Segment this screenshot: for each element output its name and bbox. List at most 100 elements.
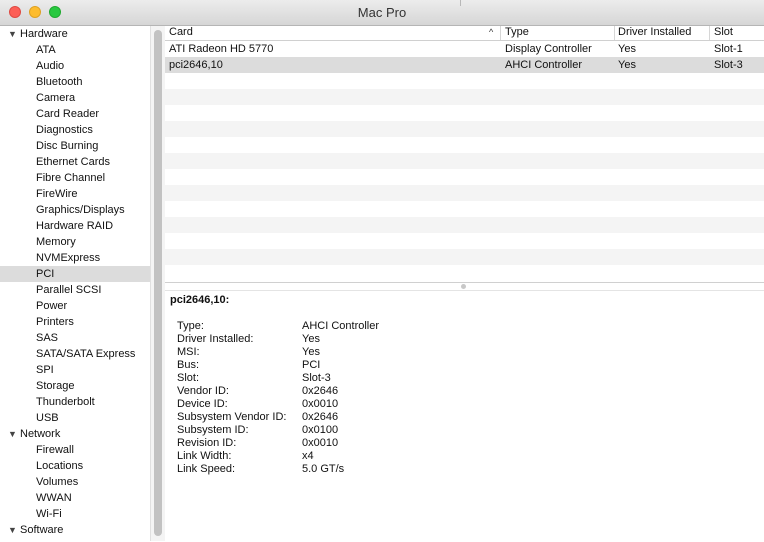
table-empty-row	[165, 137, 764, 153]
splitter-grip-icon[interactable]	[461, 284, 466, 289]
sidebar-item-label: Fibre Channel	[36, 172, 106, 184]
column-header-card[interactable]: Card	[169, 26, 193, 40]
sidebar-item-label: Card Reader	[36, 108, 99, 120]
sidebar-item-label: Printers	[36, 316, 74, 328]
sidebar-item[interactable]: Volumes	[0, 474, 150, 490]
sidebar-item-label: ATA	[36, 44, 56, 56]
sidebar-item-label: Diagnostics	[36, 124, 93, 136]
sidebar: ▼ Hardware ATA Audio Bluetooth Camera Card Rea…	[0, 26, 150, 541]
column-header-type[interactable]: Type	[505, 26, 529, 40]
table-cell: ATI Radeon HD 5770	[169, 43, 274, 55]
detail-property-key: Device ID:	[177, 398, 228, 410]
table-row[interactable]: ATI Radeon HD 5770 Display Controller Yes S…	[165, 41, 764, 57]
detail-property-key: Subsystem ID:	[177, 424, 249, 436]
sidebar-item-label: USB	[36, 412, 59, 424]
sidebar-group-label: Network	[20, 428, 61, 440]
sidebar-item[interactable]: SATA/SATA Express	[0, 346, 150, 362]
sidebar-item-label: SPI	[36, 364, 54, 376]
sidebar-scrollbar[interactable]	[150, 26, 165, 541]
detail-title: pci2646,10:	[170, 294, 230, 306]
column-header-driver-installed[interactable]: Driver Installed	[618, 26, 691, 40]
sidebar-item-label: Volumes	[36, 476, 79, 488]
sidebar-item[interactable]: Memory	[0, 234, 150, 250]
column-divider[interactable]	[614, 26, 615, 40]
table-cell: Slot-3	[714, 59, 743, 71]
column-divider[interactable]	[709, 26, 710, 40]
sidebar-group-hardware[interactable]: ▼ Hardware	[0, 26, 150, 42]
detail-property-value: 0x0010	[302, 437, 339, 449]
column-header-slot[interactable]: Slot	[714, 26, 733, 40]
sidebar-item[interactable]: Diagnostics	[0, 122, 150, 138]
sidebar-item[interactable]: WWAN	[0, 490, 150, 506]
sidebar-item[interactable]: Wi-Fi	[0, 506, 150, 522]
detail-property-value: PCI	[302, 359, 321, 371]
detail-property-key: Bus:	[177, 359, 200, 371]
sidebar-item-label: PCI	[36, 268, 55, 280]
sidebar-item[interactable]: Hardware RAID	[0, 218, 150, 234]
table-empty-row	[165, 153, 764, 169]
sidebar-group-network[interactable]: ▼ Network	[0, 426, 150, 442]
table-empty-row	[165, 233, 764, 249]
sidebar-item[interactable]: SPI	[0, 362, 150, 378]
sidebar-item[interactable]: Ethernet Cards	[0, 154, 150, 170]
sidebar-item-label: Ethernet Cards	[36, 156, 110, 168]
sidebar-item-label: Parallel SCSI	[36, 284, 102, 296]
sidebar-item[interactable]: SAS	[0, 330, 150, 346]
sidebar-item-label: Hardware RAID	[36, 220, 114, 232]
sidebar-item[interactable]: Power	[0, 298, 150, 314]
sidebar-item[interactable]: USB	[0, 410, 150, 426]
disclosure-triangle-icon[interactable]: ▼	[8, 26, 17, 42]
table-row[interactable]: pci2646,10 AHCI Controller Yes Slot-3	[165, 57, 764, 73]
detail-property-value: 0x0100	[302, 424, 339, 436]
sidebar-item-label: Bluetooth	[36, 76, 83, 88]
sidebar-item[interactable]: FireWire	[0, 186, 150, 202]
sidebar-item[interactable]: Parallel SCSI	[0, 282, 150, 298]
sidebar-item[interactable]: Audio	[0, 58, 150, 74]
sidebar-item[interactable]: Locations	[0, 458, 150, 474]
sidebar-item-label: Locations	[36, 460, 84, 472]
sidebar-item-label: Storage	[36, 380, 75, 392]
sidebar-item[interactable]: Printers	[0, 314, 150, 330]
table-empty-row	[165, 169, 764, 185]
resize-handle[interactable]	[460, 0, 461, 6]
detail-property-value: Yes	[302, 333, 320, 345]
sidebar-item-label: Camera	[36, 92, 76, 104]
device-table: Card ^ Type Driver Installed Slot ATI Ra…	[165, 26, 764, 282]
table-header: Card ^ Type Driver Installed Slot	[165, 26, 764, 41]
sidebar-item-label: Power	[36, 300, 68, 312]
detail-property-value: 0x2646	[302, 411, 339, 423]
sidebar-item-label: SAS	[36, 332, 59, 344]
column-divider[interactable]	[500, 26, 501, 40]
sidebar-scrollbar-thumb[interactable]	[154, 30, 162, 536]
detail-property-key: Driver Installed:	[177, 333, 254, 345]
detail-property-key: Link Width:	[177, 450, 232, 462]
sidebar-item[interactable]: NVMExpress	[0, 250, 150, 266]
sidebar-item[interactable]: Thunderbolt	[0, 394, 150, 410]
sidebar-item[interactable]: Graphics/Displays	[0, 202, 150, 218]
detail-property-value: 5.0 GT/s	[302, 463, 345, 475]
detail-property-value: Yes	[302, 346, 320, 358]
disclosure-triangle-icon[interactable]: ▼	[8, 522, 17, 538]
sidebar-item[interactable]: Bluetooth	[0, 74, 150, 90]
pane-splitter[interactable]	[165, 282, 764, 290]
detail-pane: pci2646,10: Type: AHCI Controller Driver I…	[165, 290, 764, 542]
sidebar-item-label: Thunderbolt	[36, 396, 95, 408]
sidebar-item[interactable]: Fibre Channel	[0, 170, 150, 186]
sidebar-group-label: Hardware	[20, 28, 68, 40]
sidebar-item[interactable]: PCI	[0, 266, 150, 282]
sidebar-item[interactable]: Camera	[0, 90, 150, 106]
sidebar-item[interactable]: Storage	[0, 378, 150, 394]
disclosure-triangle-icon[interactable]: ▼	[8, 426, 17, 442]
sidebar-item[interactable]: ATA	[0, 42, 150, 58]
sidebar-item[interactable]: Disc Burning	[0, 138, 150, 154]
sidebar-item-label: NVMExpress	[36, 252, 101, 264]
detail-property-value: 0x0010	[302, 398, 339, 410]
sidebar-item[interactable]: Card Reader	[0, 106, 150, 122]
detail-property-key: Vendor ID:	[177, 385, 229, 397]
table-empty-row	[165, 185, 764, 201]
sidebar-item[interactable]: Firewall	[0, 442, 150, 458]
sort-ascending-icon: ^	[489, 27, 494, 37]
table-empty-row	[165, 89, 764, 105]
sidebar-item-label: SATA/SATA Express	[36, 348, 136, 360]
sidebar-group-software[interactable]: ▼ Software	[0, 522, 150, 538]
